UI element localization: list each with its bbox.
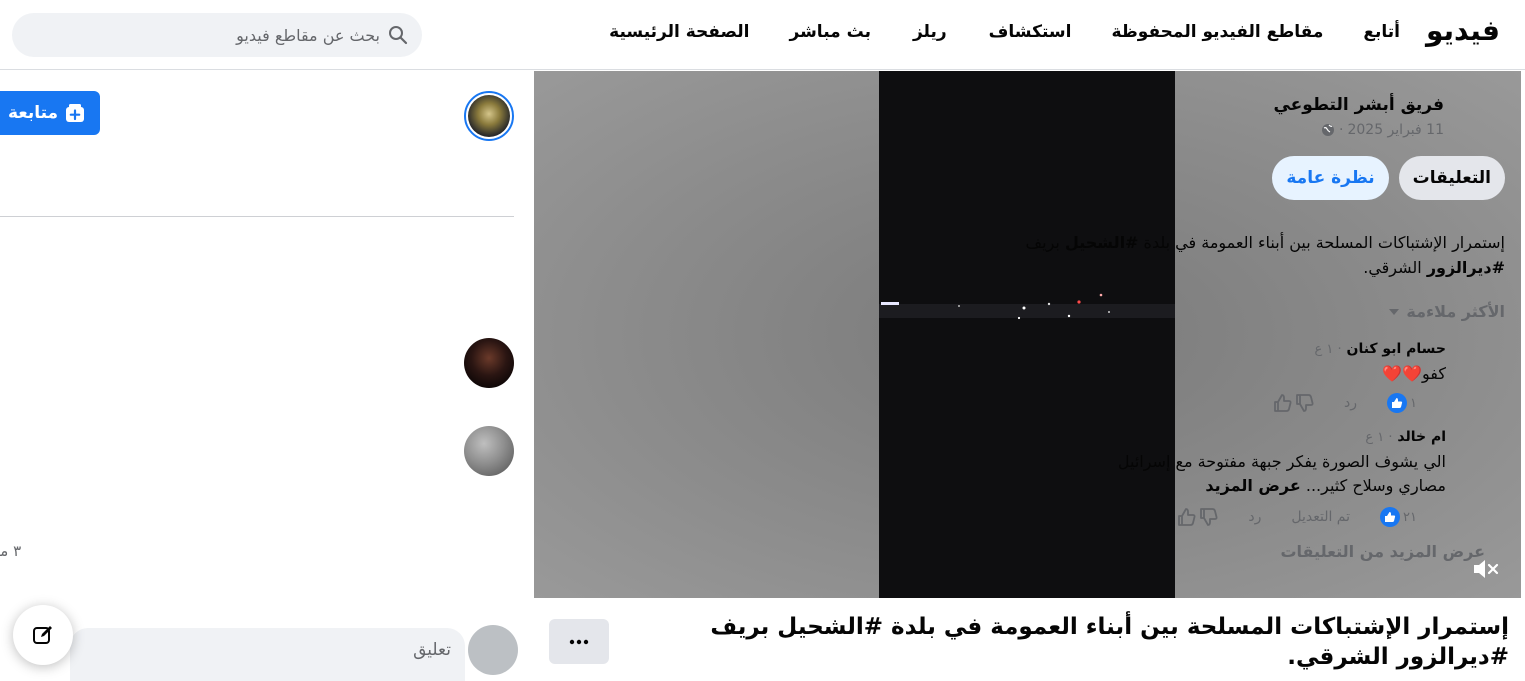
view-more-comments-link[interactable]: عرض المزيد من التعليقات	[1280, 542, 1485, 561]
commenter-avatar[interactable]	[464, 426, 514, 476]
follow-button[interactable]: متابعة	[0, 91, 100, 135]
comment-text-line1: الي يشوف الصورة يفكر جبهة مفتوحة مع إسرا…	[1117, 452, 1446, 471]
thumbs-up-icon	[1392, 398, 1403, 408]
post-text-part1: إستمرار الإشتباكات المسلحة بين أبناء الع…	[1138, 233, 1505, 252]
video-search-box[interactable]	[12, 13, 422, 57]
reply-link[interactable]: رد	[1248, 509, 1261, 525]
commenter-name-text[interactable]: ام خالد	[1397, 429, 1446, 445]
tab-overview[interactable]: نظرة عامة	[1272, 156, 1389, 200]
post-tabs: نظرة عامة التعليقات	[1272, 156, 1505, 200]
post-meta: 11 فبراير 2025 ·	[1321, 122, 1444, 138]
nav-explore[interactable]: استكشاف	[989, 22, 1072, 42]
caret-down-icon	[1389, 308, 1400, 315]
search-icon	[389, 26, 408, 45]
page-title: فيديو	[1425, 14, 1500, 47]
follow-label: متابعة	[7, 103, 59, 123]
like-reaction-badge	[1380, 507, 1401, 527]
comment-count-text: ٣ مر	[0, 542, 22, 560]
reply-link[interactable]: رد	[1344, 395, 1357, 411]
commenter-name[interactable]: ام خالد · ١ ع	[1365, 429, 1446, 445]
post-side-panel	[0, 71, 534, 681]
page-avatar[interactable]	[464, 91, 514, 141]
compose-icon	[33, 626, 52, 644]
meta-separator: ·	[1339, 122, 1344, 138]
more-options-button[interactable]	[549, 619, 609, 664]
video-nav-links: الصفحة الرئيسية بث مباشر ريلز استكشاف مق…	[609, 22, 1400, 42]
dislike-icon[interactable]	[1294, 392, 1316, 414]
commenter-avatar[interactable]	[464, 338, 514, 388]
page-avatar-image	[468, 95, 510, 137]
commenter-name[interactable]: حسام ابو كنان · ١ ع	[1314, 341, 1446, 357]
video-title: إستمرار الإشتباكات المسلحة بين أبناء الع…	[710, 614, 1509, 670]
reaction-count-value: ٢١	[1403, 509, 1417, 525]
nav-reels[interactable]: ريلز	[913, 22, 947, 42]
divider	[0, 216, 514, 217]
comment-time[interactable]: · ١ ع	[1365, 430, 1392, 445]
post-text-part2: بريف	[1025, 233, 1065, 252]
comment-time-value[interactable]: ١ ع	[1314, 342, 1333, 357]
top-navigation-bar: الصفحة الرئيسية بث مباشر ريلز استكشاف مق…	[0, 0, 1525, 70]
edited-label: تم التعديل	[1291, 509, 1351, 525]
video-frame[interactable]	[879, 71, 1175, 598]
like-icon[interactable]	[1176, 506, 1198, 528]
app-root: الصفحة الرئيسية بث مباشر ريلز استكشاف مق…	[0, 0, 1525, 681]
nav-home[interactable]: الصفحة الرئيسية	[609, 22, 749, 42]
comment-text-line2: مصاري وسلاح كثير... عرض المزيد	[1026, 474, 1446, 498]
reaction-count-value: ١	[1410, 395, 1417, 411]
comment-time-value[interactable]: ١ ع	[1365, 430, 1384, 445]
like-reaction-badge	[1387, 393, 1408, 413]
dislike-icon[interactable]	[1198, 506, 1220, 528]
like-icon[interactable]	[1272, 392, 1294, 414]
current-user-avatar[interactable]	[468, 625, 518, 675]
thumbs-up-icon	[1385, 512, 1396, 522]
comment-actions: رد ١	[1272, 392, 1457, 414]
nav-following[interactable]: أتابع	[1363, 22, 1400, 42]
post-date[interactable]: 11 فبراير 2025	[1347, 122, 1444, 138]
reaction-count[interactable]: ٢١	[1380, 507, 1417, 527]
nav-saved-videos[interactable]: مقاطع الفيديو المحفوظة	[1111, 22, 1323, 42]
author-name[interactable]: فريق أبشر التطوعي	[1273, 95, 1444, 115]
tab-comments[interactable]: التعليقات	[1398, 156, 1505, 200]
see-more-link[interactable]: عرض المزيد	[1205, 476, 1300, 495]
reaction-count[interactable]: ١	[1387, 393, 1417, 413]
nav-live[interactable]: بث مباشر	[790, 22, 871, 42]
video-night-scene	[879, 293, 1175, 320]
comment-text-line2-text: مصاري وسلاح كثير...	[1300, 476, 1446, 495]
post-text-part3: الشرقي.	[1363, 258, 1427, 277]
more-dots-icon	[569, 639, 589, 644]
search-input[interactable]	[80, 25, 380, 45]
new-message-button[interactable]	[13, 605, 73, 665]
hashtag-link[interactable]: #ديرالزور	[1427, 258, 1505, 277]
globe-icon	[1322, 124, 1335, 136]
follow-page-icon	[66, 104, 85, 122]
comment-sort-dropdown[interactable]: الأكثر ملاءمة	[1388, 302, 1505, 321]
sort-label: الأكثر ملاءمة	[1406, 302, 1505, 321]
comment-text: كفو❤️❤️	[1382, 364, 1446, 383]
comment-time[interactable]: · ١ ع	[1314, 342, 1341, 357]
comment-text: الي يشوف الصورة يفكر جبهة مفتوحة مع إسرا…	[1026, 450, 1446, 498]
hashtag-link[interactable]: #الشحيل	[1065, 233, 1139, 252]
post-description: إستمرار الإشتباكات المسلحة بين أبناء الع…	[945, 230, 1505, 280]
comment-actions: رد تم التعديل ٢١	[1176, 506, 1457, 528]
comment-input[interactable]: تعليق	[70, 628, 465, 681]
commenter-name-text[interactable]: حسام ابو كنان	[1347, 341, 1447, 357]
